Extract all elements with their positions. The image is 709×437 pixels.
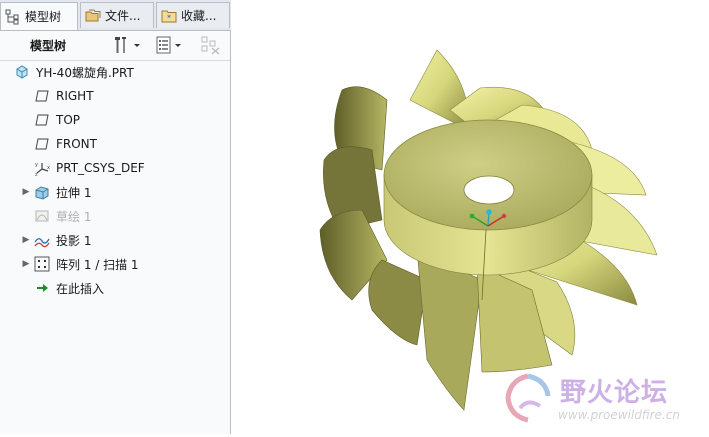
blade: [409, 49, 469, 131]
tree-item-label: 草绘 1: [56, 209, 92, 224]
tree-item-pattern-1[interactable]: ▶ 阵列 1 / 扫描 1: [20, 253, 139, 275]
insert-here-arrow-icon: [37, 284, 48, 292]
extrude-icon: [35, 186, 49, 200]
datum-plane-icon: [35, 90, 49, 102]
watermark-url: www.proewildfire.cn: [558, 408, 680, 422]
graphics-viewport[interactable]: 野火论坛 www.proewildfire.cn: [232, 0, 709, 434]
tree-item-front[interactable]: FRONT: [34, 133, 97, 155]
tree-item-sketch-1[interactable]: 草绘 1: [34, 205, 91, 227]
tree-item-top[interactable]: TOP: [34, 109, 80, 131]
tab-favorites[interactable]: * 收藏...: [156, 2, 230, 28]
part-icon: [16, 65, 28, 79]
coordinate-system-icon: y x z: [35, 162, 50, 176]
favorites-icon: *: [161, 10, 177, 22]
tree-item-label: 投影 1: [56, 233, 92, 248]
svg-text:x: x: [47, 165, 50, 171]
tree-item-label: RIGHT: [56, 89, 94, 103]
tab-label: 模型树: [25, 10, 62, 24]
model-tree-toolbar: 模型树: [0, 31, 231, 59]
sketch-icon: [35, 210, 49, 222]
tree-item-label: YH-40螺旋角.PRT: [36, 65, 134, 80]
tree-item-extrude-1[interactable]: ▶ 拉伸 1: [20, 181, 91, 203]
toolbar-title: 模型树: [30, 39, 67, 53]
watermark-title: 野火论坛: [560, 378, 669, 408]
panel-tabs: 模型树 文件... * 收藏...: [0, 0, 231, 31]
svg-text:z: z: [35, 172, 38, 176]
tree-item-right[interactable]: RIGHT: [34, 85, 94, 107]
tree-item-projection-1[interactable]: ▶ 投影 1: [20, 229, 92, 251]
tree-item-label: TOP: [56, 113, 81, 127]
projection-icon: [34, 238, 50, 248]
tools-icon: [115, 37, 126, 53]
model-tree-icon: [5, 9, 19, 24]
watermark: 野火论坛 www.proewildfire.cn: [498, 368, 708, 428]
svg-text:y: y: [35, 162, 38, 168]
watermark-logo-icon: [505, 373, 551, 423]
model-tree-panel: 模型树 文件... * 收藏... 模型树 YH-40螺旋角.PRT RIGHT…: [0, 0, 231, 434]
folder-icon: [85, 9, 101, 21]
svg-text:*: *: [167, 13, 171, 22]
tree-item-label: 在此插入: [56, 281, 105, 296]
model-tree: YH-40螺旋角.PRT RIGHT TOP FRONT y x z PRT_C…: [0, 60, 230, 296]
tree-root-part[interactable]: YH-40螺旋角.PRT: [14, 61, 134, 83]
list-icon: [156, 36, 171, 54]
pattern-icon: [34, 256, 50, 272]
expand-arrow-icon[interactable]: ▶: [20, 259, 32, 269]
tree-item-prt-csys-def[interactable]: y x z PRT_CSYS_DEF: [34, 157, 145, 179]
filter-icon: [201, 36, 220, 55]
tab-label: 收藏...: [181, 9, 217, 23]
chevron-down-icon: [175, 44, 181, 47]
filter-button[interactable]: [200, 35, 222, 55]
tree-item-insert-here[interactable]: 在此插入: [34, 277, 104, 299]
datum-plane-icon: [35, 138, 49, 150]
tree-item-label: PRT_CSYS_DEF: [56, 161, 145, 175]
tab-model-tree[interactable]: 模型树: [0, 2, 78, 30]
hub-bore: [463, 175, 515, 205]
show-button[interactable]: [155, 35, 183, 55]
chevron-down-icon: [134, 44, 140, 47]
tree-item-label: 阵列 1 / 扫描 1: [56, 257, 139, 272]
tree-item-label: 拉伸 1: [56, 185, 92, 200]
tab-files[interactable]: 文件...: [80, 2, 154, 28]
tab-label: 文件...: [105, 9, 141, 23]
expand-arrow-icon[interactable]: ▶: [20, 235, 32, 245]
settings-button[interactable]: [112, 35, 142, 55]
expand-arrow-icon[interactable]: ▶: [20, 187, 32, 197]
datum-plane-icon: [35, 114, 49, 126]
blade: [368, 259, 428, 346]
tree-item-label: FRONT: [56, 137, 97, 151]
